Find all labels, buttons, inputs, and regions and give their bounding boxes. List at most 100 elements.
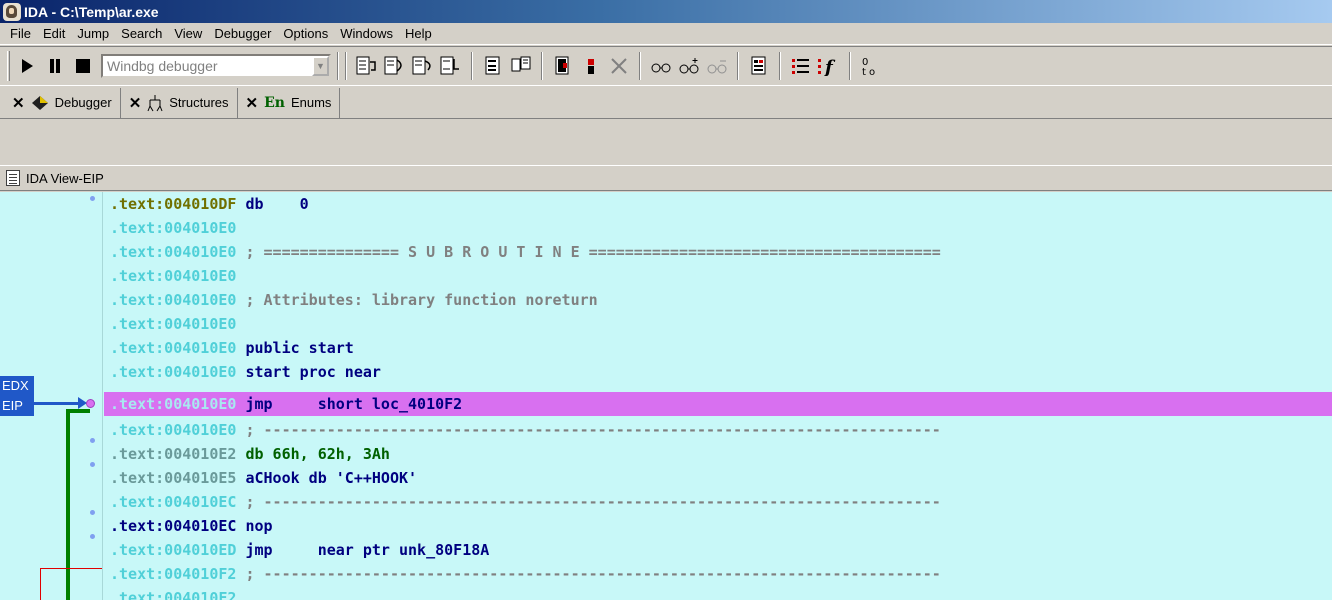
code-line[interactable]: .text:004010E0 (104, 312, 1332, 336)
switch-view-button[interactable] (509, 54, 533, 78)
close-icon (611, 58, 627, 74)
toolbar-separator (639, 52, 641, 80)
menu-view[interactable]: View (168, 23, 208, 45)
code-text: nop (236, 517, 273, 535)
menu-bar: File Edit Jump Search View Debugger Opti… (0, 23, 1332, 45)
breakpoint-dot[interactable] (90, 196, 95, 201)
code-line[interactable]: .text:004010E0 (104, 216, 1332, 240)
code-address: .text:004010E0 (110, 267, 237, 285)
switch-view-icon (511, 56, 531, 72)
toolbar-separator (737, 52, 739, 80)
toolbar-separator (779, 52, 781, 80)
toolbar-separator (849, 52, 851, 80)
toolbar-separator (345, 52, 347, 80)
breakpoint-dot[interactable] (90, 462, 95, 467)
delete-watch-button[interactable] (705, 54, 729, 78)
code-address: .text:004010E5 (110, 469, 237, 487)
tab-label: Debugger (54, 95, 112, 110)
tab-structures[interactable]: ✕ Structures (121, 87, 238, 118)
function-list-button[interactable]: f (817, 54, 841, 78)
code-text: jmp short loc_4010F2 (236, 395, 463, 413)
run-until-return-button[interactable] (439, 54, 463, 78)
code-address: .text:004010EC (110, 493, 237, 511)
segments-button[interactable] (747, 54, 771, 78)
enums-icon: En (264, 94, 285, 111)
menu-search[interactable]: Search (115, 23, 168, 45)
thread-list-button[interactable] (789, 54, 813, 78)
breakpoint-dot[interactable] (90, 438, 95, 443)
code-address: .text:004010E0 (110, 243, 237, 261)
code-line[interactable]: .text:004010E0 ; -----------------------… (104, 418, 1332, 442)
chevron-down-icon[interactable]: ▼ (312, 56, 329, 76)
code-line[interactable]: .text:004010F2 (104, 586, 1332, 600)
view-header[interactable]: IDA View-EIP (0, 165, 1332, 191)
code-address: .text:004010E0 (110, 363, 237, 381)
watch-button[interactable] (649, 54, 673, 78)
tab-enums[interactable]: ✕ En Enums (238, 87, 341, 118)
terminate-process-button[interactable] (71, 54, 95, 78)
code-address: .text:004010ED (110, 541, 237, 559)
pause-process-button[interactable] (43, 54, 67, 78)
tab-debugger[interactable]: ✕ Debugger (4, 87, 121, 118)
code-line[interactable]: .text:004010ED jmp near ptr unk_80F18A (104, 538, 1332, 562)
menu-debugger[interactable]: Debugger (208, 23, 277, 45)
code-text: jmp near ptr unk_80F18A (236, 541, 490, 559)
close-icon[interactable]: ✕ (129, 94, 142, 112)
add-watch-button[interactable] (677, 54, 701, 78)
breakpoint-document-icon (555, 56, 569, 75)
menu-file[interactable]: File (4, 23, 37, 45)
code-line[interactable]: .text:004010E0 public start (104, 336, 1332, 360)
add-breakpoint-button[interactable] (551, 54, 575, 78)
code-line[interactable]: .text:004010E5 aCHook db 'C++HOOK' (104, 466, 1332, 490)
document-icon (485, 56, 500, 75)
title-bar: IDA - C:\Temp\ar.exe (0, 0, 1332, 23)
eip-arrow (34, 402, 80, 405)
current-instruction-line[interactable]: .text:004010E0 jmp short loc_4010F2 (104, 392, 1332, 416)
xref-button[interactable]: 0to (859, 54, 883, 78)
menu-edit[interactable]: Edit (37, 23, 71, 45)
code-line[interactable]: .text:004010E0 ; =============== S U B R… (104, 240, 1332, 264)
code-address: .text:004010E0 (110, 421, 237, 439)
menu-help[interactable]: Help (399, 23, 438, 45)
delete-breakpoint-button[interactable] (607, 54, 631, 78)
toolbar-separator (471, 52, 473, 80)
breakpoint-dot[interactable] (90, 534, 95, 539)
code-line[interactable]: .text:004010E0 (104, 264, 1332, 288)
code-address: .text:004010F2 (110, 565, 237, 583)
menu-windows[interactable]: Windows (334, 23, 399, 45)
disassembly-view-icon (6, 170, 20, 186)
code-line[interactable]: .text:004010F2 ; -----------------------… (104, 562, 1332, 586)
code-line[interactable]: .text:004010EC ; -----------------------… (104, 490, 1332, 514)
toolbar-grip[interactable] (7, 51, 10, 81)
debugger-select[interactable]: Windbg debugger ▼ (101, 54, 331, 78)
start-process-button[interactable] (15, 54, 39, 78)
code-line[interactable]: .text:004010E0 start proc near (104, 360, 1332, 384)
code-line[interactable]: .text:004010DF db 0 (104, 192, 1332, 216)
code-line[interactable]: .text:004010E2 db 66h, 62h, 3Ah (104, 442, 1332, 466)
breakpoint-dot[interactable] (90, 510, 95, 515)
breakpoint-list-button[interactable] (579, 54, 603, 78)
svg-text:f: f (823, 57, 836, 76)
hex-view-button[interactable] (481, 54, 505, 78)
run-to-cursor-button[interactable] (411, 54, 435, 78)
menu-options[interactable]: Options (277, 23, 334, 45)
debugger-diamond-icon (31, 95, 49, 111)
step-over-button[interactable] (383, 54, 407, 78)
disassembly-view[interactable]: EDX EIP .text:004010DF db 0 .text:004010… (0, 192, 1332, 600)
step-into-button[interactable] (355, 54, 379, 78)
code-comment: ; --------------------------------------… (236, 565, 941, 583)
code-line[interactable]: .text:004010EC nop (104, 514, 1332, 538)
eip-register-label[interactable]: EIP (0, 396, 34, 416)
xref-icon: 0t o (862, 57, 875, 77)
workspace-background (0, 119, 1332, 165)
edx-register-label[interactable]: EDX (0, 376, 34, 396)
code-comment: ; Attributes: library function noreturn (236, 291, 598, 309)
code-line[interactable]: .text:004010E0 ; Attributes: library fun… (104, 288, 1332, 312)
close-icon[interactable]: ✕ (12, 94, 25, 112)
code-address: .text:004010E0 (110, 291, 237, 309)
svg-text:o: o (869, 67, 875, 77)
ida-app-icon (3, 2, 21, 21)
code-address: .text:004010E0 (110, 339, 237, 357)
menu-jump[interactable]: Jump (71, 23, 115, 45)
close-icon[interactable]: ✕ (246, 94, 259, 112)
